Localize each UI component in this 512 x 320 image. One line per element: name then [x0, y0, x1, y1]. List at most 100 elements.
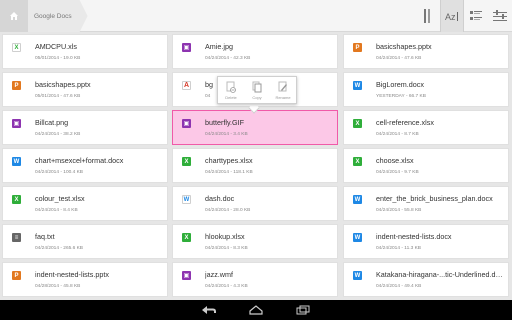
xls-g-file-icon: X — [353, 157, 362, 166]
file-name: basicshapes.pptx — [376, 42, 432, 51]
file-meta: 04/24/2014 - 11.3 KB — [376, 246, 421, 251]
xls-g-file-icon: X — [182, 233, 191, 242]
file-item[interactable]: Wenter_the_brick_business_plan.docx 04/24… — [343, 186, 509, 221]
file-meta: 04/24/2014 - 42.3 KB — [205, 56, 251, 61]
file-name: Amie.jpg — [205, 42, 233, 51]
breadcrumb-label: Google Docs — [34, 12, 72, 20]
file-meta: 04/24/2014 - 118.1 KB — [205, 170, 253, 175]
file-item[interactable]: ≡ faq.txt 04/24/2014 - 265.6 KB — [2, 224, 168, 259]
file-meta: 04/24/2014 - 49.4 KB — [376, 284, 422, 289]
img-file-icon: ▣ — [182, 119, 191, 128]
wmf-file-icon: ▣ — [182, 271, 191, 280]
ppt-file-icon: P — [12, 271, 21, 280]
delete-label: Delete — [225, 95, 237, 100]
img-file-icon: ▣ — [12, 119, 21, 128]
context-menu: Delete Copy Rename — [217, 76, 297, 104]
file-item[interactable]: Pbasicshapes.pptx 04/24/2014 - 47.6 KB — [343, 34, 509, 69]
delete-icon — [226, 81, 236, 93]
file-name: butterfly.GIF — [205, 118, 245, 127]
file-item[interactable]: ▣ jazz.wmf 04/24/2014 - 4.3 KB — [172, 262, 338, 297]
home-icon — [10, 12, 18, 20]
file-item[interactable]: X AMDCPU.xls 05/01/2014 - 19.0 KB — [2, 34, 168, 69]
file-item[interactable]: W Katakana-hiragana-...tic-Underlined.doc… — [343, 262, 509, 297]
pdf-file-icon: A — [182, 81, 191, 90]
view-toggle-button[interactable] — [416, 0, 440, 32]
file-meta: 04/24/2014 - 8.7 KB — [376, 132, 419, 137]
file-meta: 04 — [205, 94, 211, 99]
sort-az-button[interactable]: Az — [440, 0, 464, 32]
file-name: Billcat.png — [35, 118, 69, 127]
file-item[interactable]: ▣ Billcat.png 04/24/2014 - 38.2 KB — [2, 110, 168, 145]
file-meta: YESTERDAY - 66.7 KB — [376, 94, 426, 99]
file-meta: 04/24/2014 - 38.2 KB — [35, 132, 81, 137]
xls-g-file-icon: X — [353, 119, 362, 128]
file-item[interactable]: Xchoose.xlsx 04/24/2014 - 9.7 KB — [343, 148, 509, 183]
file-item[interactable]: Pbasicshapes.pptx 05/01/2014 - 47.6 KB — [2, 72, 168, 107]
file-name: dash.doc — [205, 194, 235, 203]
breadcrumb[interactable]: Google Docs — [28, 0, 88, 32]
filter-button[interactable] — [488, 0, 512, 32]
details-view-icon — [470, 11, 482, 20]
rename-icon — [278, 81, 287, 92]
file-item[interactable]: ▣ butterfly.GIF 04/24/2014 - 3.4 KB — [172, 110, 338, 145]
file-meta: 05/01/2014 - 47.6 KB — [35, 94, 81, 99]
doc-file-icon: W — [353, 195, 362, 204]
file-meta: 04/24/2014 - 9.7 KB — [376, 170, 419, 175]
file-meta: 05/01/2014 - 19.0 KB — [35, 56, 81, 61]
xls-g-file-icon: X — [12, 195, 21, 204]
copy-button[interactable]: Copy — [244, 77, 270, 103]
file-item[interactable]: ▣ Amie.jpg 04/24/2014 - 42.3 KB — [172, 34, 338, 69]
sort-az-icon: Az — [445, 12, 458, 22]
doc-file-icon: W — [353, 233, 362, 242]
rename-button[interactable]: Rename — [270, 77, 296, 103]
txt-file-icon: ≡ — [12, 233, 21, 242]
file-meta: 04/24/2014 - 265.6 KB — [35, 246, 84, 251]
file-name: basicshapes.pptx — [35, 80, 91, 89]
copy-label: Copy — [252, 95, 262, 100]
top-bar: Google Docs Az — [0, 0, 512, 32]
svg-text:Az: Az — [445, 12, 456, 22]
rename-label: Rename — [275, 95, 291, 100]
recents-button[interactable] — [290, 304, 316, 316]
nav-home-button[interactable] — [243, 304, 269, 316]
home-button[interactable] — [0, 0, 28, 32]
file-item[interactable]: Wchart+msexcel+format.docx 04/24/2014 - 1… — [2, 148, 168, 183]
file-meta: 04/28/2014 - 45.8 KB — [35, 284, 81, 289]
file-item[interactable]: Xcharttypes.xlsx 04/24/2014 - 118.1 KB — [172, 148, 338, 183]
file-item[interactable]: Wdash.doc 04/24/2014 - 28.0 KB — [172, 186, 338, 221]
file-meta: 04/24/2014 - 28.0 KB — [205, 208, 251, 213]
file-meta: 04/24/2014 - 4.3 KB — [205, 284, 248, 289]
file-meta: 04/24/2014 - 55.8 KB — [376, 208, 422, 213]
system-nav-bar — [0, 300, 512, 320]
back-icon — [202, 306, 216, 314]
file-name: faq.txt — [35, 232, 55, 241]
ppt-file-icon: P — [353, 43, 362, 52]
delete-button[interactable]: Delete — [218, 77, 244, 103]
doc-file-icon: W — [12, 157, 21, 166]
details-view-button[interactable] — [464, 0, 488, 32]
file-name: charttypes.xlsx — [205, 156, 253, 165]
xls-g-file-icon: X — [182, 157, 191, 166]
file-item[interactable]: W BigLorem.docx YESTERDAY - 66.7 KB — [343, 72, 509, 107]
back-button[interactable] — [196, 304, 222, 316]
file-meta: 04/24/2014 - 100.4 KB — [35, 170, 84, 175]
xls-o-file-icon: X — [12, 43, 21, 52]
file-name: jazz.wmf — [205, 270, 233, 279]
nav-home-icon — [249, 305, 263, 315]
file-name: indent-nested-lists.docx — [376, 232, 452, 241]
file-item[interactable]: Xcolour_test.xlsx 04/24/2014 - 8.4 KB — [2, 186, 168, 221]
file-meta: 04/24/2014 - 3.4 KB — [205, 132, 248, 137]
file-meta: 04/24/2014 - 47.6 KB — [376, 56, 422, 61]
toolbar: Az — [416, 0, 512, 32]
file-name: colour_test.xlsx — [35, 194, 85, 203]
recents-icon — [296, 305, 310, 315]
file-item[interactable]: Windent-nested-lists.docx 04/24/2014 - 11… — [343, 224, 509, 259]
file-meta: 04/24/2014 - 8.3 KB — [205, 246, 248, 251]
file-name: BigLorem.docx — [376, 80, 424, 89]
file-item[interactable]: Pindent-nested-lists.pptx 04/28/2014 - 45… — [2, 262, 168, 297]
file-item[interactable]: Xcell-reference.xlsx 04/24/2014 - 8.7 KB — [343, 110, 509, 145]
file-name: Katakana-hiragana-...tic-Underlined.docx — [376, 270, 504, 279]
file-name: enter_the_brick_business_plan.docx — [376, 194, 493, 203]
file-name: cell-reference.xlsx — [376, 118, 434, 127]
file-item[interactable]: Xhlookup.xlsx 04/24/2014 - 8.3 KB — [172, 224, 338, 259]
